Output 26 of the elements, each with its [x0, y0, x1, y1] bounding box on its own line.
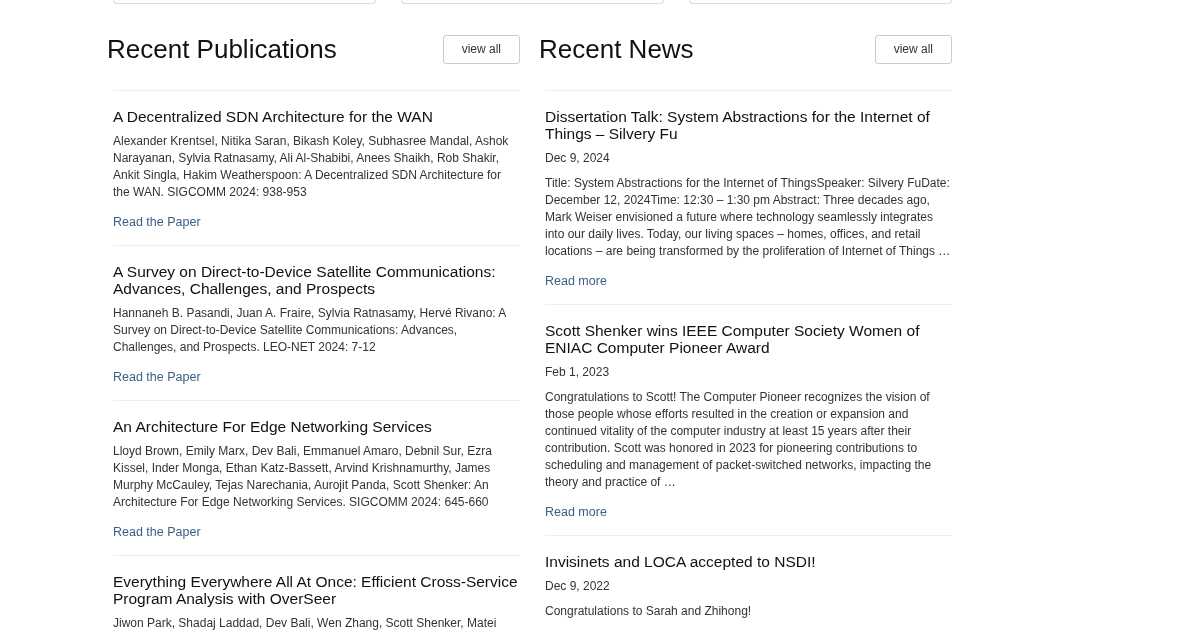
news-date: Feb 1, 2023 — [545, 364, 611, 381]
read-link[interactable]: Read the Paper — [113, 215, 201, 229]
news-title: Dissertation Talk: System Abstractions for the Internet of Things – Silvery Fu — [545, 108, 931, 142]
read-link[interactable]: Read the Paper — [113, 370, 201, 384]
news-summary: Congratulations to Sarah and Zhihong! — [545, 603, 753, 620]
publication-title: A Survey on Direct-to-Device Satellite Communications: Advances, Challenges, and Prospects — [113, 263, 497, 297]
citation-text: Hannaneh B. Pasandi, Juan A. Fraire, Sylvia Ratnasamy, Hervé Rivano: A Survey on Direct-to-Device Satellite Communications: Advances, Challenges, and Prospects. LEO-NET 2024: 7-12 — [113, 305, 507, 356]
news-date: Dec 9, 2024 — [545, 150, 611, 167]
read-link[interactable]: Read the Paper — [113, 525, 201, 539]
news-date: Dec 9, 2022 — [545, 578, 611, 595]
view-all-button[interactable]: view all — [874, 35, 952, 64]
citation-text: Lloyd Brown, Emily Marx, Dev Bali, Emmanuel Amaro, Debnil Sur, Ezra Kissel, Inder Monga, Ethan Katz-Bassett, Arvind Krishnamurthy, James Murphy McCauley, Tejas Narechania, Aurojit Panda, Scott Shenker: An Architecture For Edge Networking Services. SIGCOMM 2024: 645-660 — [113, 443, 493, 511]
read-link[interactable]: Read more — [545, 505, 607, 519]
publication-title: Everything Everywhere All At Once: Efficient Cross-Service Program Analysis with OverSeer — [113, 573, 519, 607]
citation-text: Jiwon Park, Shadaj Laddad, Dev Bali, Wen Zhang, Scott Shenker, Matei — [113, 615, 498, 632]
section-heading: Recent News — [539, 33, 694, 66]
citation-text: Alexander Krentsel, Nitika Saran, Bikash Koley, Subhasree Mandal, Ashok Narayanan, Sylvia Ratnasamy, Ali Al-Shabibi, Anees Shaikh, Rob Shakir, Ankit Singla, Hakim Weatherspoon: A Decentralized SDN Architecture for the WAN. SIGCOMM 2024: 938-953 — [113, 133, 510, 201]
news-title: Invisinets and LOCA accepted to NSDI! — [545, 553, 817, 570]
news-summary: Congratulations to Scott! The Computer Pioneer recognizes the vision of those people whose efforts resulted in the creation or expansion and continued vitality of the computer industry at least 15 years after their contribution. Scott was honored in 2023 for pioneering contributions to scheduling and management of packet-switched networks, impacting the theory and practice of … — [545, 389, 933, 491]
view-all-button[interactable]: view all — [442, 35, 520, 64]
section-heading: Recent Publications — [107, 33, 337, 66]
publication-title: An Architecture For Edge Networking Services — [113, 418, 433, 435]
news-summary: Title: System Abstractions for the Internet of ThingsSpeaker: Silvery FuDate: December 12, 2024Time: 12:30 – 1:30 pm Abstract: Three decades ago, Mark Weiser envisioned a future where technology seamlessly integrates into our daily lives. Today, our living spaces – homes, offices, and retail locations – are being transformed by the proliferation of Internet of Things … — [545, 175, 952, 260]
read-link[interactable]: Read more — [545, 274, 607, 288]
news-title: Scott Shenker wins IEEE Computer Society Women of ENIAC Computer Pioneer Award — [545, 322, 921, 356]
publication-title: A Decentralized SDN Architecture for the WAN — [113, 108, 434, 125]
